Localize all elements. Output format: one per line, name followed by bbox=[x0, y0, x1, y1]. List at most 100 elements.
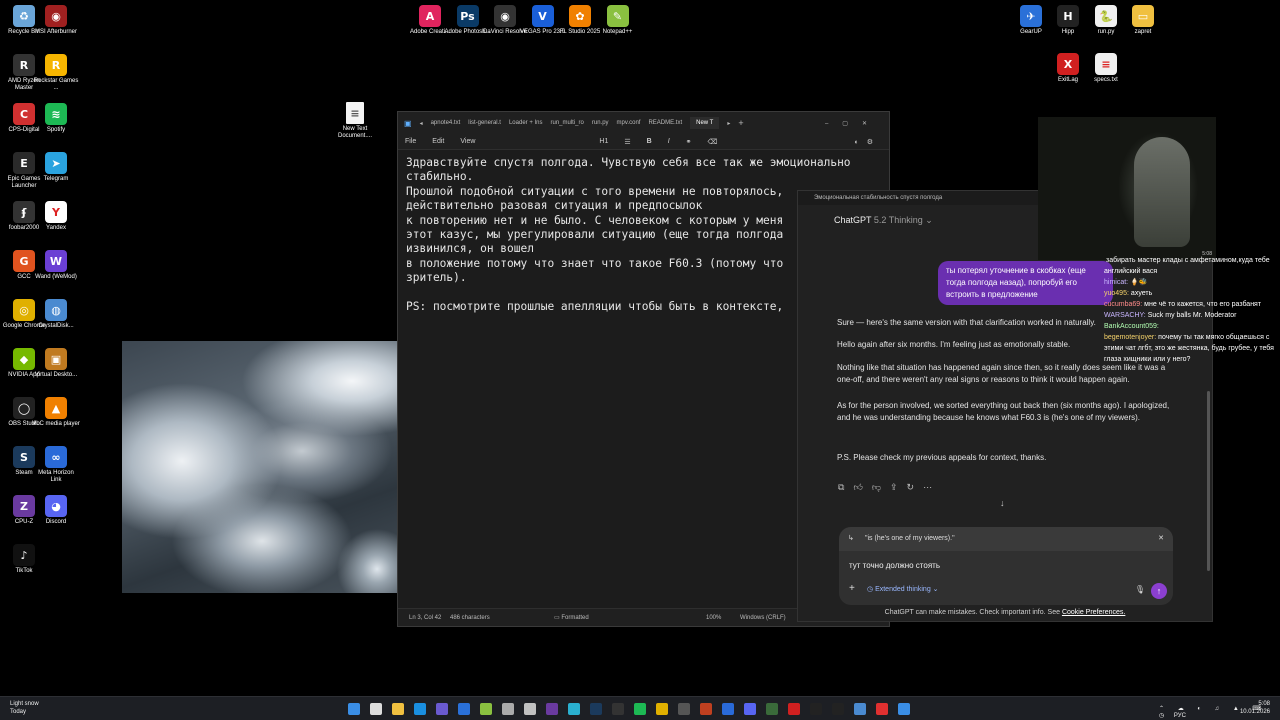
taskbar-app-icon[interactable] bbox=[370, 703, 382, 715]
chat-username: WARSACHY: bbox=[1104, 312, 1146, 319]
taskbar-app-icon[interactable] bbox=[744, 703, 756, 715]
share-icon[interactable]: ⇪ bbox=[890, 482, 898, 493]
taskbar-app-icon[interactable] bbox=[788, 703, 800, 715]
app-icon: Y bbox=[45, 201, 67, 223]
model-selector[interactable]: ChatGPT 5.2 Thinking ⌄ bbox=[834, 215, 933, 226]
taskbar-app-icon[interactable] bbox=[436, 703, 448, 715]
app-icon: W bbox=[45, 250, 67, 272]
menu-view[interactable]: View bbox=[460, 138, 475, 145]
notepad-tab[interactable]: run_multi_ro bbox=[551, 120, 584, 126]
taskbar-app-icon[interactable] bbox=[414, 703, 426, 715]
taskbar-app-icon[interactable] bbox=[502, 703, 514, 715]
thumbs-up-icon[interactable]: 👍︎ bbox=[853, 482, 862, 493]
desktop: ♻ Recycle Bin ◉ MSI Afterburner R AMD Ryzen M… bbox=[0, 0, 1280, 720]
taskbar-app-icon[interactable] bbox=[898, 703, 910, 715]
thumbs-down-icon[interactable]: 👎︎ bbox=[872, 482, 881, 493]
desktop-icon[interactable]: ✎ Notepad++ bbox=[594, 5, 642, 36]
language-indicator[interactable]: РУС bbox=[1174, 713, 1186, 719]
taskbar-app-icon[interactable] bbox=[876, 703, 888, 715]
desktop-icon[interactable]: ◉ MSI Afterburner bbox=[32, 5, 80, 36]
desktop-icon[interactable]: ◕ Discord bbox=[32, 495, 80, 526]
notepad-tab[interactable]: Loader + Ins bbox=[509, 120, 543, 126]
cursor-position: Ln 3, Col 42 bbox=[409, 614, 442, 621]
menu-edit[interactable]: Edit bbox=[432, 138, 444, 145]
taskbar-app-icon[interactable] bbox=[392, 703, 404, 715]
bold-icon[interactable]: B bbox=[647, 138, 652, 145]
desktop-icon[interactable]: ▣ Virtual Deskto... bbox=[32, 348, 80, 379]
taskbar-app-icon[interactable] bbox=[348, 703, 360, 715]
taskbar-app-icon[interactable] bbox=[766, 703, 778, 715]
notepad-tab[interactable]: list-general.t bbox=[468, 120, 501, 126]
weather-sub: Today bbox=[10, 709, 27, 715]
taskbar-app-icon[interactable] bbox=[678, 703, 690, 715]
taskbar-app-icon[interactable] bbox=[656, 703, 668, 715]
notepad-tab-active[interactable]: New T bbox=[690, 117, 720, 129]
italic-icon[interactable]: I bbox=[668, 138, 670, 145]
new-tab-icon[interactable]: + bbox=[738, 118, 743, 128]
stream-chat-message: забирать мастер клады с амфетамином,куда… bbox=[1104, 255, 1280, 277]
notepad-tab[interactable]: run.py bbox=[592, 120, 609, 126]
notepad-toolbar-right-icons[interactable]: ◐⚙ bbox=[854, 138, 881, 146]
desktop-icon[interactable]: ➤ Telegram bbox=[32, 152, 80, 183]
taskbar-app-icon[interactable] bbox=[722, 703, 734, 715]
weather-widget[interactable]: Light snow Today bbox=[10, 700, 39, 716]
icon-label: specs.txt bbox=[1094, 77, 1118, 83]
line-ending[interactable]: Windows (CRLF) bbox=[740, 615, 786, 621]
taskbar-app-icon[interactable] bbox=[634, 703, 646, 715]
extended-thinking-toggle[interactable]: ◷ Extended thinking ⌄ bbox=[867, 585, 939, 593]
desktop-icon[interactable]: ≡ specs.txt bbox=[1082, 53, 1130, 84]
desktop-icon[interactable]: W Wand (WeMod) bbox=[32, 250, 80, 281]
close-quote-icon[interactable]: ✕ bbox=[1158, 527, 1164, 551]
taskbar-app-icon[interactable] bbox=[458, 703, 470, 715]
taskbar-app-icon[interactable] bbox=[832, 703, 844, 715]
copy-icon[interactable]: ⧉ bbox=[838, 482, 844, 493]
desktop-icon[interactable]: ♪ TikTok bbox=[0, 544, 48, 575]
taskbar-app-icon[interactable] bbox=[568, 703, 580, 715]
message-composer[interactable]: ↳ "is (he's one of my viewers)." ✕ тут т… bbox=[839, 527, 1173, 605]
app-icon: X bbox=[1057, 53, 1079, 75]
taskbar-app-icon[interactable] bbox=[590, 703, 602, 715]
tab-scroll-right-icon[interactable]: ▸ bbox=[727, 120, 730, 127]
attach-plus-icon[interactable]: + bbox=[849, 583, 855, 594]
desktop-icon[interactable]: R Rockstar Games ... bbox=[32, 54, 80, 92]
chat-input[interactable]: тут точно должно стоять bbox=[849, 561, 940, 570]
desktop-icon[interactable]: ▭ zapret bbox=[1119, 5, 1167, 36]
notepad-tab[interactable]: apnote4.txt bbox=[431, 120, 461, 126]
heading-select[interactable]: H1 bbox=[599, 138, 608, 145]
taskbar-clock[interactable]: 5:08 10.01.2026 bbox=[1240, 700, 1270, 716]
taskbar-app-icon[interactable] bbox=[524, 703, 536, 715]
cookie-preferences-link[interactable]: Cookie Preferences. bbox=[1062, 609, 1125, 616]
thinking-icon: ◷ bbox=[867, 586, 874, 593]
format-toggle[interactable]: ▭ Formatted bbox=[554, 614, 589, 621]
taskbar-app-icon[interactable] bbox=[854, 703, 866, 715]
desktop-icon[interactable]: ∞ Meta Horizon Link bbox=[32, 446, 80, 484]
desktop-icon[interactable]: ▲ VLC media player bbox=[32, 397, 80, 428]
more-icon[interactable]: ⋯ bbox=[923, 482, 932, 493]
new-text-document-icon[interactable]: ≡ New Text Document.... bbox=[331, 102, 379, 140]
notepad-tab[interactable]: mpv.conf bbox=[617, 120, 641, 126]
taskbar-app-icon[interactable] bbox=[700, 703, 712, 715]
notepad-tab-bar: ▣ ◂ apnote4.txt list-general.t Loader + … bbox=[398, 112, 889, 134]
taskbar-app-icon[interactable] bbox=[612, 703, 624, 715]
clear-format-icon[interactable]: ⌫ bbox=[708, 138, 718, 146]
zoom-level[interactable]: 100% bbox=[706, 615, 721, 621]
tab-scroll-left-icon[interactable]: ◂ bbox=[420, 120, 423, 127]
taskbar-app-icon[interactable] bbox=[546, 703, 558, 715]
regenerate-icon[interactable]: ↻ bbox=[907, 482, 915, 493]
scrollbar[interactable] bbox=[1207, 391, 1210, 571]
menu-file[interactable]: File bbox=[405, 138, 416, 145]
taskbar-app-icon[interactable] bbox=[480, 703, 492, 715]
list-icon[interactable]: ☰ bbox=[624, 138, 630, 146]
desktop-icon[interactable]: Y Yandex bbox=[32, 201, 80, 232]
scroll-down-icon[interactable]: ↓ bbox=[1000, 498, 1005, 508]
window-controls[interactable]: –▢✕ bbox=[825, 120, 881, 127]
thinking-label: Extended thinking bbox=[875, 586, 931, 593]
notepad-tab[interactable]: README.txt bbox=[648, 120, 682, 126]
taskbar-app-icon[interactable] bbox=[810, 703, 822, 715]
microphone-icon[interactable]: 🎙︎ bbox=[1135, 585, 1145, 594]
link-icon[interactable]: ⚭ bbox=[686, 138, 692, 146]
desktop-icon[interactable]: ◍ CrystalDisk... bbox=[32, 299, 80, 330]
desktop-icon[interactable]: ≋ Spotify bbox=[32, 103, 80, 134]
send-button[interactable]: ↑ bbox=[1151, 583, 1167, 599]
app-icon: ∞ bbox=[45, 446, 67, 468]
